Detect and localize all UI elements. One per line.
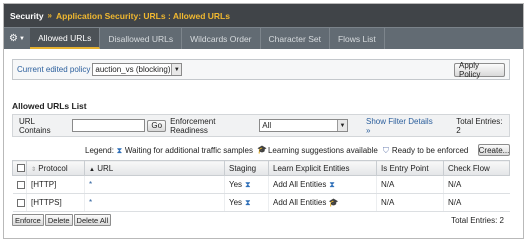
policy-select-value: auction_vs (blocking) bbox=[95, 65, 171, 74]
learn-value: Add All Entities bbox=[273, 198, 327, 207]
row-select-cell bbox=[12, 193, 27, 212]
show-filter-details-label: Show Filter Details bbox=[366, 116, 433, 126]
url-contains-input[interactable] bbox=[72, 119, 146, 132]
breadcrumb-separator: » bbox=[47, 11, 52, 20]
protocol-header-label: Protocol bbox=[38, 163, 68, 173]
check-flow-column-header[interactable]: Check Flow bbox=[443, 160, 510, 176]
entry-point-cell: N/A bbox=[376, 175, 444, 194]
legend-label: Legend: bbox=[85, 145, 114, 155]
learn-value: Add All Entities bbox=[273, 180, 327, 189]
sort-ascending-icon: ▲ bbox=[89, 166, 95, 173]
graduation-cap-icon: 🎓 bbox=[256, 145, 267, 154]
breadcrumb: Security » Application Security : URLs :… bbox=[4, 4, 523, 27]
legend-waiting: Waiting for additional traffic samples bbox=[124, 145, 253, 155]
chevron-down-icon: ▼ bbox=[19, 35, 25, 42]
go-button[interactable]: Go bbox=[147, 119, 167, 132]
create-button[interactable]: Create... bbox=[478, 144, 510, 156]
hourglass-icon: ⧗ bbox=[116, 145, 123, 155]
gear-icon[interactable]: ⚙ ▼ bbox=[4, 28, 30, 49]
current-policy-label: Current edited policy bbox=[17, 65, 91, 74]
sort-icon: ⇕ bbox=[31, 166, 37, 173]
shield-icon: ⛉ bbox=[382, 145, 389, 155]
readiness-select-value: All bbox=[262, 121, 272, 130]
staging-cell: Yes ⧗ bbox=[224, 175, 269, 194]
select-all-header bbox=[12, 160, 27, 176]
learn-cell: Add All Entities ⧗ bbox=[268, 175, 377, 194]
policy-bar: Current edited policy auction_vs (blocki… bbox=[12, 59, 510, 80]
row-checkbox[interactable] bbox=[16, 180, 25, 189]
url-link[interactable]: * bbox=[89, 198, 92, 207]
show-filter-details-link[interactable]: Show Filter Details » bbox=[366, 117, 439, 135]
tab-disallowed-urls[interactable]: Disallowed URLs bbox=[100, 28, 183, 49]
delete-button[interactable]: Delete bbox=[44, 214, 73, 226]
entry-point-cell: N/A bbox=[376, 193, 444, 212]
staging-cell: Yes ⧗ bbox=[224, 193, 269, 212]
double-chevron-right-icon: » bbox=[366, 125, 371, 135]
breadcrumb-section[interactable]: Application Security bbox=[56, 11, 138, 21]
staging-column-header[interactable]: Staging bbox=[224, 160, 269, 176]
policy-select[interactable]: auction_vs (blocking) ▼ bbox=[92, 63, 183, 76]
tab-allowed-urls[interactable]: Allowed URLs bbox=[30, 28, 101, 49]
url-cell: * bbox=[84, 175, 225, 194]
legend: Legend: ⧗ Waiting for additional traffic… bbox=[12, 142, 510, 158]
protocol-cell: [HTTP] bbox=[26, 175, 85, 194]
enforce-button[interactable]: Enforce bbox=[12, 214, 44, 226]
learn-cell: Add All Entities 🎓 bbox=[268, 193, 377, 212]
action-bar: Enforce Delete Delete All Total Entries:… bbox=[12, 213, 510, 227]
url-header-label: URL bbox=[97, 163, 114, 173]
hourglass-icon: ⧗ bbox=[244, 198, 251, 207]
chevron-down-icon: ▼ bbox=[171, 64, 182, 75]
entry-point-column-header[interactable]: Is Entry Point bbox=[376, 160, 444, 176]
total-entries-bottom: Total Entries: 2 bbox=[451, 215, 504, 225]
list-title: Allowed URLs List bbox=[12, 101, 87, 111]
total-entries-top: Total Entries: 2 bbox=[456, 116, 503, 135]
url-column-header[interactable]: ▲ URL bbox=[84, 160, 225, 176]
tab-bar: ⚙ ▼ Allowed URLs Disallowed URLs Wildcard… bbox=[4, 27, 523, 49]
url-cell: * bbox=[84, 193, 225, 212]
allowed-urls-table: ⇕ Protocol ▲ URL Staging Learn Explicit … bbox=[12, 160, 510, 212]
table-row[interactable]: [HTTP] * Yes ⧗ Add All Entities ⧗ N/A N/… bbox=[12, 175, 510, 194]
staging-value: Yes bbox=[229, 198, 243, 207]
hourglass-icon: ⧗ bbox=[329, 180, 335, 189]
check-flow-cell: N/A bbox=[443, 175, 510, 194]
url-link[interactable]: * bbox=[89, 180, 92, 189]
delete-all-button[interactable]: Delete All bbox=[73, 214, 112, 226]
protocol-cell: [HTTPS] bbox=[26, 193, 85, 212]
apply-policy-button[interactable]: Apply Policy bbox=[454, 61, 505, 79]
select-all-checkbox[interactable] bbox=[17, 164, 25, 173]
tab-wildcards-order[interactable]: Wildcards Order bbox=[182, 28, 261, 49]
table-row[interactable]: [HTTPS] * Yes ⧗ Add All Entities 🎓 N/A N… bbox=[12, 193, 510, 212]
tab-flows-list[interactable]: Flows List bbox=[330, 28, 385, 49]
breadcrumb-path: : URLs : Allowed URLs bbox=[138, 10, 230, 21]
row-select-cell bbox=[12, 175, 27, 194]
enforcement-readiness-select[interactable]: All ▼ bbox=[259, 119, 349, 132]
legend-ready: Ready to be enforced bbox=[391, 145, 469, 155]
table-header-row: ⇕ Protocol ▲ URL Staging Learn Explicit … bbox=[12, 160, 510, 176]
filter-bar: URL Contains Go Enforcement Readiness Al… bbox=[12, 114, 510, 137]
hourglass-icon: ⧗ bbox=[244, 180, 251, 189]
check-flow-cell: N/A bbox=[443, 193, 510, 212]
learn-column-header[interactable]: Learn Explicit Entities bbox=[268, 160, 377, 176]
staging-value: Yes bbox=[229, 180, 243, 189]
tab-bar-filler bbox=[385, 28, 523, 49]
row-checkbox[interactable] bbox=[16, 198, 25, 207]
chevron-down-icon: ▼ bbox=[337, 120, 348, 131]
tab-character-set[interactable]: Character Set bbox=[261, 28, 330, 49]
url-contains-label: URL Contains bbox=[19, 116, 51, 135]
legend-learning: Learning suggestions available bbox=[267, 145, 378, 155]
breadcrumb-root[interactable]: Security bbox=[10, 11, 44, 21]
enforcement-readiness-label: Enforcement Readiness bbox=[170, 116, 216, 135]
protocol-column-header[interactable]: ⇕ Protocol bbox=[26, 160, 85, 176]
graduation-cap-icon: 🎓 bbox=[328, 198, 339, 207]
